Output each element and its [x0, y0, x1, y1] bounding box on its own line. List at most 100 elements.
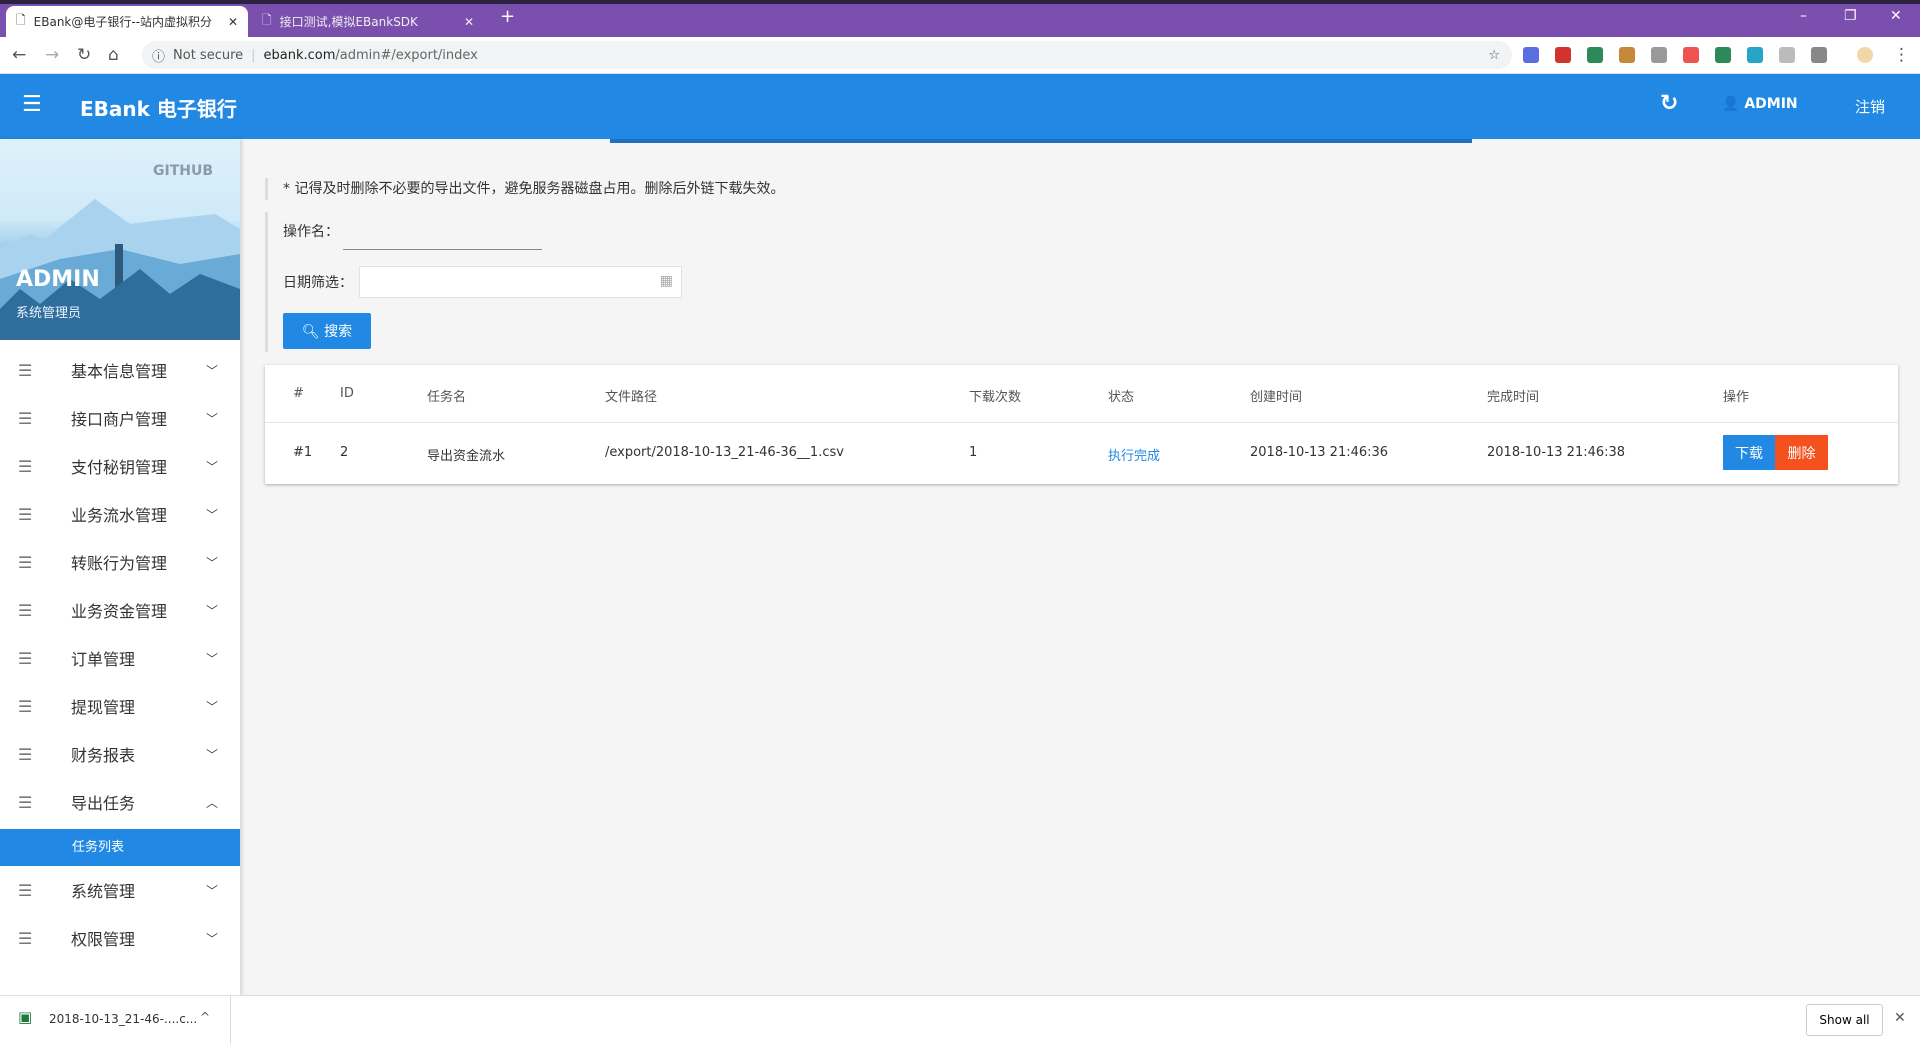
sidebar-item[interactable]: ☰ 业务流水管理 ﹀: [0, 490, 240, 538]
tab-title: EBank@电子银行--站内虚拟积分: [33, 15, 213, 29]
user-menu[interactable]: 👤 ADMIN: [1722, 96, 1798, 112]
forward-icon[interactable]: →: [45, 45, 59, 65]
browser-tab-active[interactable]: 🗋 EBank@电子银行--站内虚拟积分 ✕: [6, 6, 248, 37]
extension-qr-icon[interactable]: [1779, 47, 1795, 63]
profile-avatar[interactable]: [1857, 47, 1873, 63]
sidebar-subitem-task-list[interactable]: 任务列表: [0, 829, 240, 866]
sidebar-item-label: 订单管理: [71, 650, 136, 669]
search-icon: 🔍︎: [301, 324, 320, 340]
sidebar-item[interactable]: ☰ 接口商户管理 ﹀: [0, 394, 240, 442]
sidebar-item[interactable]: ☰ 支付秘钥管理 ﹀: [0, 442, 240, 490]
column-header: 下载次数: [969, 390, 1022, 405]
calendar-icon[interactable]: ▦: [660, 273, 673, 289]
download-shelf: ▣ 2018-10-13_21-46-....c... ^ Show all ✕: [0, 995, 1920, 1044]
reload-icon[interactable]: ↻: [77, 45, 91, 65]
url-input[interactable]: ⓘ Not secure | ebank.com/admin#/export/i…: [142, 41, 1512, 69]
close-tab-icon[interactable]: ✕: [464, 15, 474, 29]
notice-text: * 记得及时删除不必要的导出文件，避免服务器磁盘占用。删除后外链下载失效。: [265, 178, 784, 200]
close-window-icon[interactable]: ✕: [1890, 8, 1902, 24]
date-range-input[interactable]: ▦: [359, 266, 682, 298]
browser-tab-bar: 🗋 EBank@电子银行--站内虚拟积分 ✕ 🗋 接口测试,模拟EBankSDK ✕ +…: [0, 0, 1920, 37]
url-path: /admin#/export/index: [335, 47, 478, 63]
browser-tab[interactable]: 🗋 接口测试,模拟EBankSDK ✕: [252, 6, 484, 37]
info-icon: ⓘ: [152, 49, 166, 65]
security-label: Not secure: [173, 47, 244, 63]
sidebar-item[interactable]: ☰ 订单管理 ﹀: [0, 634, 240, 682]
chevron-down-icon: ﹀: [205, 411, 218, 426]
loading-bar: [610, 139, 1472, 143]
extension-JH-icon[interactable]: [1523, 47, 1539, 63]
download-item[interactable]: ▣ 2018-10-13_21-46-....c... ^: [0, 996, 231, 1044]
chevron-down-icon: ﹀: [205, 883, 218, 898]
show-all-button[interactable]: Show all: [1806, 1004, 1883, 1036]
menu-lines-icon: ☰: [18, 456, 33, 476]
cell-download-count: 1: [969, 445, 978, 460]
menu-kebab-icon[interactable]: ⋮: [1893, 45, 1910, 65]
sidebar-item[interactable]: ☰ 系统管理 ﹀: [0, 866, 240, 914]
sidebar-item[interactable]: ☰ 财务报表 ﹀: [0, 730, 240, 778]
sidebar-item-label: 基本信息管理: [71, 362, 168, 381]
column-header: 操作: [1723, 390, 1750, 405]
extension-infinity-icon[interactable]: [1683, 47, 1699, 63]
export-task-table: # ID 任务名 文件路径 下载次数 状态 创建时间 完成时间 操作 #1 2 导出资金流水 /…: [265, 365, 1898, 484]
profile-name: ADMIN: [16, 267, 100, 292]
sidebar-item[interactable]: ☰ 提现管理 ﹀: [0, 682, 240, 730]
extension-vue2-icon[interactable]: [1715, 47, 1731, 63]
sidebar-item-label: 业务资金管理: [71, 602, 168, 621]
minimize-icon[interactable]: –: [1800, 8, 1807, 24]
extension-cast-icon[interactable]: [1811, 47, 1827, 63]
extension-RP-icon[interactable]: [1651, 47, 1667, 63]
address-bar-row: ← → ↻ ⌂ ⓘ Not secure | ebank.com/admin#/…: [0, 37, 1920, 74]
column-header: 任务名: [427, 390, 467, 405]
form-border: [265, 212, 268, 352]
chevron-down-icon: ﹀: [205, 651, 218, 666]
extension-FE-icon[interactable]: [1555, 47, 1571, 63]
menu-lines-icon: ☰: [18, 648, 33, 668]
github-link[interactable]: GITHUB: [153, 163, 213, 179]
op-name-input[interactable]: [343, 222, 542, 250]
sidebar-item-label: 接口商户管理: [71, 410, 168, 429]
close-shelf-icon[interactable]: ✕: [1894, 1010, 1906, 1026]
chevron-down-icon: ﹀: [205, 699, 218, 714]
close-tab-icon[interactable]: ✕: [228, 15, 238, 29]
logout-button[interactable]: 注销: [1855, 96, 1885, 117]
sidebar-item[interactable]: ☰ 业务资金管理 ﹀: [0, 586, 240, 634]
user-icon: 👤: [1722, 96, 1740, 112]
menu-lines-icon: ☰: [18, 408, 33, 428]
sidebar-item[interactable]: ☰ 导出任务 ︿: [0, 778, 240, 826]
sidebar-item-label: 权限管理: [71, 930, 136, 949]
sidebar-item[interactable]: ☰ 基本信息管理 ﹀: [0, 346, 240, 394]
column-header: 文件路径: [605, 390, 658, 405]
cell-file-path: /export/2018-10-13_21-46-36__1.csv: [605, 445, 844, 460]
bookmark-star-icon[interactable]: ☆: [1488, 48, 1500, 63]
home-icon[interactable]: ⌂: [108, 45, 119, 65]
sidebar-item[interactable]: ☰ 转账行为管理 ﹀: [0, 538, 240, 586]
sidebar-item-label: 导出任务: [71, 794, 136, 813]
refresh-icon[interactable]: ↻: [1660, 91, 1678, 116]
download-button[interactable]: 下载: [1723, 435, 1775, 470]
chevron-down-icon: ﹀: [205, 747, 218, 762]
restore-icon[interactable]: ❐: [1844, 8, 1857, 24]
cell-created-time: 2018-10-13 21:46:36: [1250, 445, 1389, 460]
chevron-up-icon[interactable]: ^: [200, 1010, 210, 1024]
back-icon[interactable]: ←: [12, 45, 26, 65]
extension-vue-icon[interactable]: [1587, 47, 1603, 63]
new-tab-button[interactable]: +: [500, 6, 515, 27]
menu-toggle-icon[interactable]: ☰: [22, 92, 42, 117]
excel-file-icon: ▣: [18, 1008, 33, 1026]
profile-role: 系统管理员: [16, 306, 82, 321]
column-header: 创建时间: [1250, 390, 1303, 405]
sidebar-item[interactable]: ☰ 权限管理 ﹀: [0, 914, 240, 962]
cell-status[interactable]: 执行完成: [1108, 445, 1160, 464]
chevron-down-icon: ﹀: [205, 459, 218, 474]
menu-lines-icon: ☰: [18, 744, 33, 764]
delete-button[interactable]: 删除: [1775, 435, 1828, 470]
menu-lines-icon: ☰: [18, 792, 33, 812]
chevron-down-icon: ﹀: [205, 931, 218, 946]
cell-task-name: 导出资金流水: [427, 449, 506, 464]
sidebar-item-label: 提现管理: [71, 698, 136, 717]
extension-cookie-icon[interactable]: [1619, 47, 1635, 63]
extension-translate-icon[interactable]: [1747, 47, 1763, 63]
app-header: ☰ EBank 电子银行 ↻ 👤 ADMIN 注销: [0, 74, 1920, 139]
search-button[interactable]: 🔍︎ 搜索: [283, 313, 371, 349]
